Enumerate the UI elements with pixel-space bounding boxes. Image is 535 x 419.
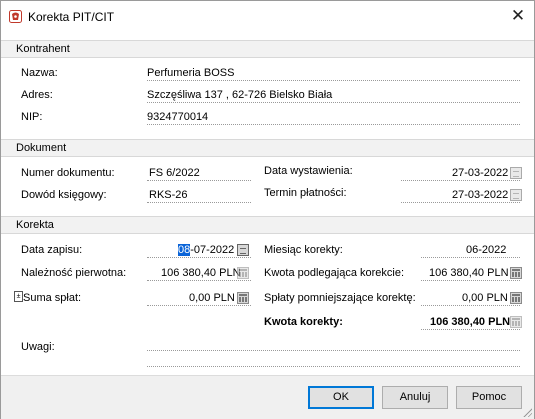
dialog-window: Korekta PIT/CIT ✕ Kontrahent Nazwa: Perf…	[0, 0, 535, 419]
section-kontrahent-title: Kontrahent	[16, 43, 70, 55]
calendar-icon[interactable]	[237, 244, 249, 256]
splaty-pomniejszajace-field[interactable]: 0,00 PLN	[462, 292, 508, 304]
title-bar: Korekta PIT/CIT ✕	[1, 1, 534, 32]
uwagi-line-2[interactable]	[147, 366, 520, 367]
data-zapisu-underline	[147, 257, 251, 258]
kwota-korekty-underline	[421, 329, 520, 330]
ok-button[interactable]: OK	[308, 386, 374, 409]
calculator-icon[interactable]	[510, 267, 522, 279]
termin-platnosci-underline	[401, 202, 520, 203]
help-button[interactable]: Pomoc	[456, 386, 522, 409]
termin-platnosci-field[interactable]: 27-03-2022	[452, 189, 508, 201]
calendar-icon[interactable]	[510, 189, 522, 201]
app-icon	[9, 10, 22, 23]
close-icon[interactable]: ✕	[506, 6, 530, 28]
window-title: Korekta PIT/CIT	[28, 10, 115, 24]
nip-underline	[147, 124, 520, 125]
calculator-icon[interactable]	[510, 292, 522, 304]
data-zapisu-rest: -07-2022	[190, 244, 235, 256]
dowod-ksiegowy-field[interactable]: RKS-26	[149, 189, 188, 201]
miesiac-korekty-label: Miesiąc korekty:	[264, 244, 343, 256]
data-wystawienia-field[interactable]: 27-03-2022	[452, 167, 508, 179]
calculator-icon	[510, 316, 522, 328]
calendar-icon[interactable]	[510, 167, 522, 179]
section-korekta: Korekta	[1, 216, 534, 234]
form-content: Kontrahent Nazwa: Perfumeria BOSS Adres:…	[1, 32, 534, 375]
data-zapisu-field[interactable]: 08-07-2022	[178, 244, 234, 256]
data-wystawienia-underline	[401, 180, 520, 181]
numer-dokumentu-label: Numer dokumentu:	[21, 167, 115, 179]
naleznosc-pierwotna-field[interactable]: 106 380,40 PLN	[161, 267, 241, 279]
section-dokument-title: Dokument	[16, 142, 67, 154]
section-dokument: Dokument	[1, 139, 534, 157]
plus-minus-icon[interactable]: ±	[14, 291, 23, 302]
termin-platnosci-label: Termin płatności:	[264, 187, 347, 199]
calculator-icon	[237, 267, 249, 279]
naleznosc-pierwotna-underline	[147, 280, 251, 281]
data-zapisu-label: Data zapisu:	[21, 244, 83, 256]
nip-label: NIP:	[21, 111, 43, 123]
splaty-pomniejszajace-label: Spłaty pomniejszające korektę:	[264, 292, 416, 304]
data-wystawienia-label: Data wystawienia:	[264, 165, 353, 177]
kwota-podlegajaca-label: Kwota podlegająca korekcie:	[264, 267, 405, 279]
kwota-podlegajaca-underline	[421, 280, 520, 281]
section-kontrahent: Kontrahent	[1, 40, 534, 58]
cancel-button[interactable]: Anuluj	[382, 386, 448, 409]
resize-grip-icon[interactable]	[522, 407, 532, 417]
numer-dokumentu-underline	[147, 180, 251, 181]
section-korekta-title: Korekta	[16, 219, 54, 231]
adres-field[interactable]: Szczęśliwa 137 , 62-726 Bielsko Biała	[147, 89, 332, 101]
uwagi-label: Uwagi:	[21, 341, 55, 353]
nazwa-label: Nazwa:	[21, 67, 58, 79]
uwagi-line-1[interactable]	[147, 350, 520, 351]
splaty-pomniejszajace-underline	[421, 305, 520, 306]
nazwa-field[interactable]: Perfumeria BOSS	[147, 67, 234, 79]
suma-splat-underline	[147, 305, 251, 306]
adres-underline	[147, 102, 520, 103]
naleznosc-pierwotna-label: Należność pierwotna:	[21, 267, 127, 279]
data-zapisu-selection: 08	[178, 244, 191, 256]
dowod-ksiegowy-label: Dowód księgowy:	[21, 189, 107, 201]
numer-dokumentu-field[interactable]: FS 6/2022	[149, 167, 200, 179]
adres-label: Adres:	[21, 89, 53, 101]
kwota-korekty-field: 106 380,40 PLN	[430, 316, 511, 328]
kwota-korekty-label: Kwota korekty:	[264, 316, 343, 328]
kwota-podlegajaca-field[interactable]: 106 380,40 PLN	[429, 267, 509, 279]
button-bar: OK Anuluj Pomoc	[1, 375, 534, 419]
suma-splat-field[interactable]: 0,00 PLN	[189, 292, 235, 304]
dowod-ksiegowy-underline	[147, 202, 251, 203]
nip-field[interactable]: 9324770014	[147, 111, 208, 123]
calculator-icon[interactable]	[237, 292, 249, 304]
miesiac-korekty-underline	[421, 257, 520, 258]
nazwa-underline	[147, 80, 520, 81]
suma-splat-label: Suma spłat:	[23, 292, 82, 304]
miesiac-korekty-field[interactable]: 06-2022	[466, 244, 506, 256]
